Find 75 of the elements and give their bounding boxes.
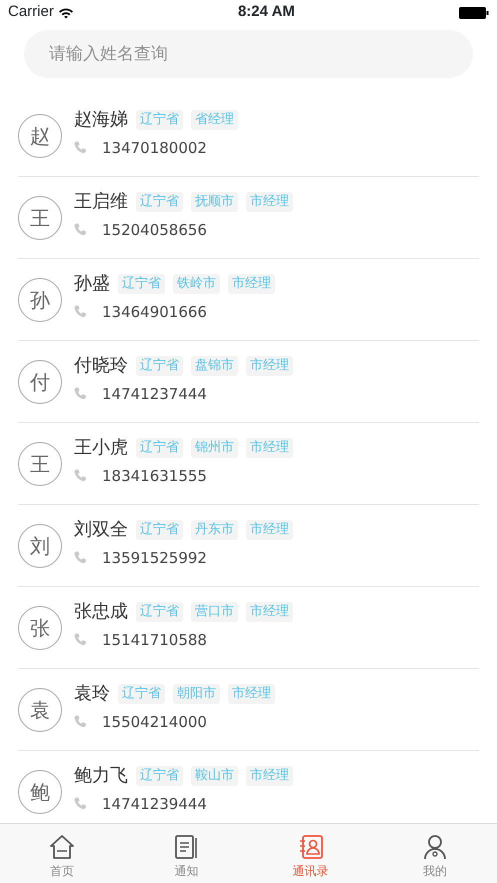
battery-icon bbox=[459, 6, 489, 18]
avatar-circle: 张 bbox=[18, 606, 62, 650]
phone-number: 15504214000 bbox=[102, 712, 207, 732]
phone-icon bbox=[74, 551, 86, 564]
phone-icon bbox=[74, 387, 86, 400]
tag-label: 辽宁省 bbox=[136, 520, 183, 540]
phone-number: 13591525992 bbox=[102, 548, 207, 568]
tab-bar-item[interactable]: 通讯录 bbox=[248, 824, 373, 883]
phone-number: 14741237444 bbox=[102, 384, 207, 404]
tag-label: 辽宁省 bbox=[136, 602, 183, 622]
search-field[interactable]: 请输入姓名查询 bbox=[24, 30, 473, 78]
tag-label: 辽宁省 bbox=[136, 438, 183, 458]
avatar-circle: 赵 bbox=[18, 114, 62, 158]
tag-label: 辽宁省 bbox=[118, 684, 165, 704]
tag-label: 抚顺市 bbox=[191, 192, 238, 212]
phone-number: 15141710588 bbox=[102, 630, 207, 650]
avatar-circle: 袁 bbox=[18, 688, 62, 732]
phone-icon bbox=[74, 469, 86, 482]
person-icon bbox=[422, 834, 448, 860]
tag-label: 辽宁省 bbox=[118, 274, 165, 294]
wifi-icon bbox=[58, 6, 74, 18]
tag-label: 辽宁省 bbox=[136, 192, 183, 212]
tab-bar-item[interactable]: 我的 bbox=[372, 824, 497, 883]
tag-label: 市经理 bbox=[246, 356, 293, 376]
contact-name: 袁玲 bbox=[74, 682, 110, 706]
avatar-circle: 鲍 bbox=[18, 770, 62, 814]
clock-text: 8:24 AM bbox=[238, 2, 295, 22]
tag-label: 丹东市 bbox=[191, 520, 238, 540]
tag-label: 市经理 bbox=[246, 438, 293, 458]
contact-name: 王启维 bbox=[74, 190, 128, 214]
phone-number: 15204058656 bbox=[102, 220, 207, 240]
contact-name: 付晓玲 bbox=[74, 354, 128, 378]
tag-label: 鞍山市 bbox=[191, 766, 238, 786]
phone-number: 13464901666 bbox=[102, 302, 207, 322]
tag-label: 铁岭市 bbox=[173, 274, 220, 294]
phone-icon bbox=[74, 223, 86, 236]
tag-label: 市经理 bbox=[228, 274, 275, 294]
tag-label: 锦州市 bbox=[191, 438, 238, 458]
tag-label: 营口市 bbox=[191, 602, 238, 622]
tag-label: 盘锦市 bbox=[191, 356, 238, 376]
contact-name: 王小虎 bbox=[74, 436, 128, 460]
contact-name: 鲍力飞 bbox=[74, 764, 128, 788]
avatar-circle: 刘 bbox=[18, 524, 62, 568]
phone-number: 14741239444 bbox=[102, 794, 207, 814]
avatar-circle: 王 bbox=[18, 196, 62, 240]
tag-label: 辽宁省 bbox=[136, 110, 183, 130]
phone-number: 18341631555 bbox=[102, 466, 207, 486]
contact-book-icon bbox=[298, 834, 324, 860]
avatar-circle: 付 bbox=[18, 360, 62, 404]
tag-label: 市经理 bbox=[228, 684, 275, 704]
avatar-circle: 孙 bbox=[18, 278, 62, 322]
house-icon bbox=[49, 834, 76, 860]
contact-name: 赵海娣 bbox=[74, 108, 128, 132]
contact-name: 张忠成 bbox=[74, 600, 128, 624]
phone-icon bbox=[74, 633, 86, 646]
tag-label: 辽宁省 bbox=[136, 766, 183, 786]
tag-label: 辽宁省 bbox=[136, 356, 183, 376]
carrier-text: Carrier bbox=[8, 2, 54, 22]
tag-label: 市经理 bbox=[246, 602, 293, 622]
tag-label: 市经理 bbox=[246, 766, 293, 786]
tag-label: 市经理 bbox=[246, 520, 293, 540]
contact-name: 刘双全 bbox=[74, 518, 128, 542]
contact-name: 孙盛 bbox=[74, 272, 110, 296]
document-icon bbox=[173, 834, 200, 860]
tab-bar-item[interactable]: 首页 bbox=[0, 824, 124, 883]
phone-number: 13470180002 bbox=[102, 138, 207, 158]
phone-icon bbox=[74, 305, 86, 318]
tag-label: 省经理 bbox=[191, 110, 238, 130]
tab-bar-item[interactable]: 通知 bbox=[124, 824, 248, 883]
avatar-circle: 王 bbox=[18, 442, 62, 486]
phone-icon bbox=[74, 141, 86, 154]
tag-label: 市经理 bbox=[246, 192, 293, 212]
tag-label: 朝阳市 bbox=[173, 684, 220, 704]
phone-icon bbox=[74, 797, 86, 810]
phone-icon bbox=[74, 715, 86, 728]
